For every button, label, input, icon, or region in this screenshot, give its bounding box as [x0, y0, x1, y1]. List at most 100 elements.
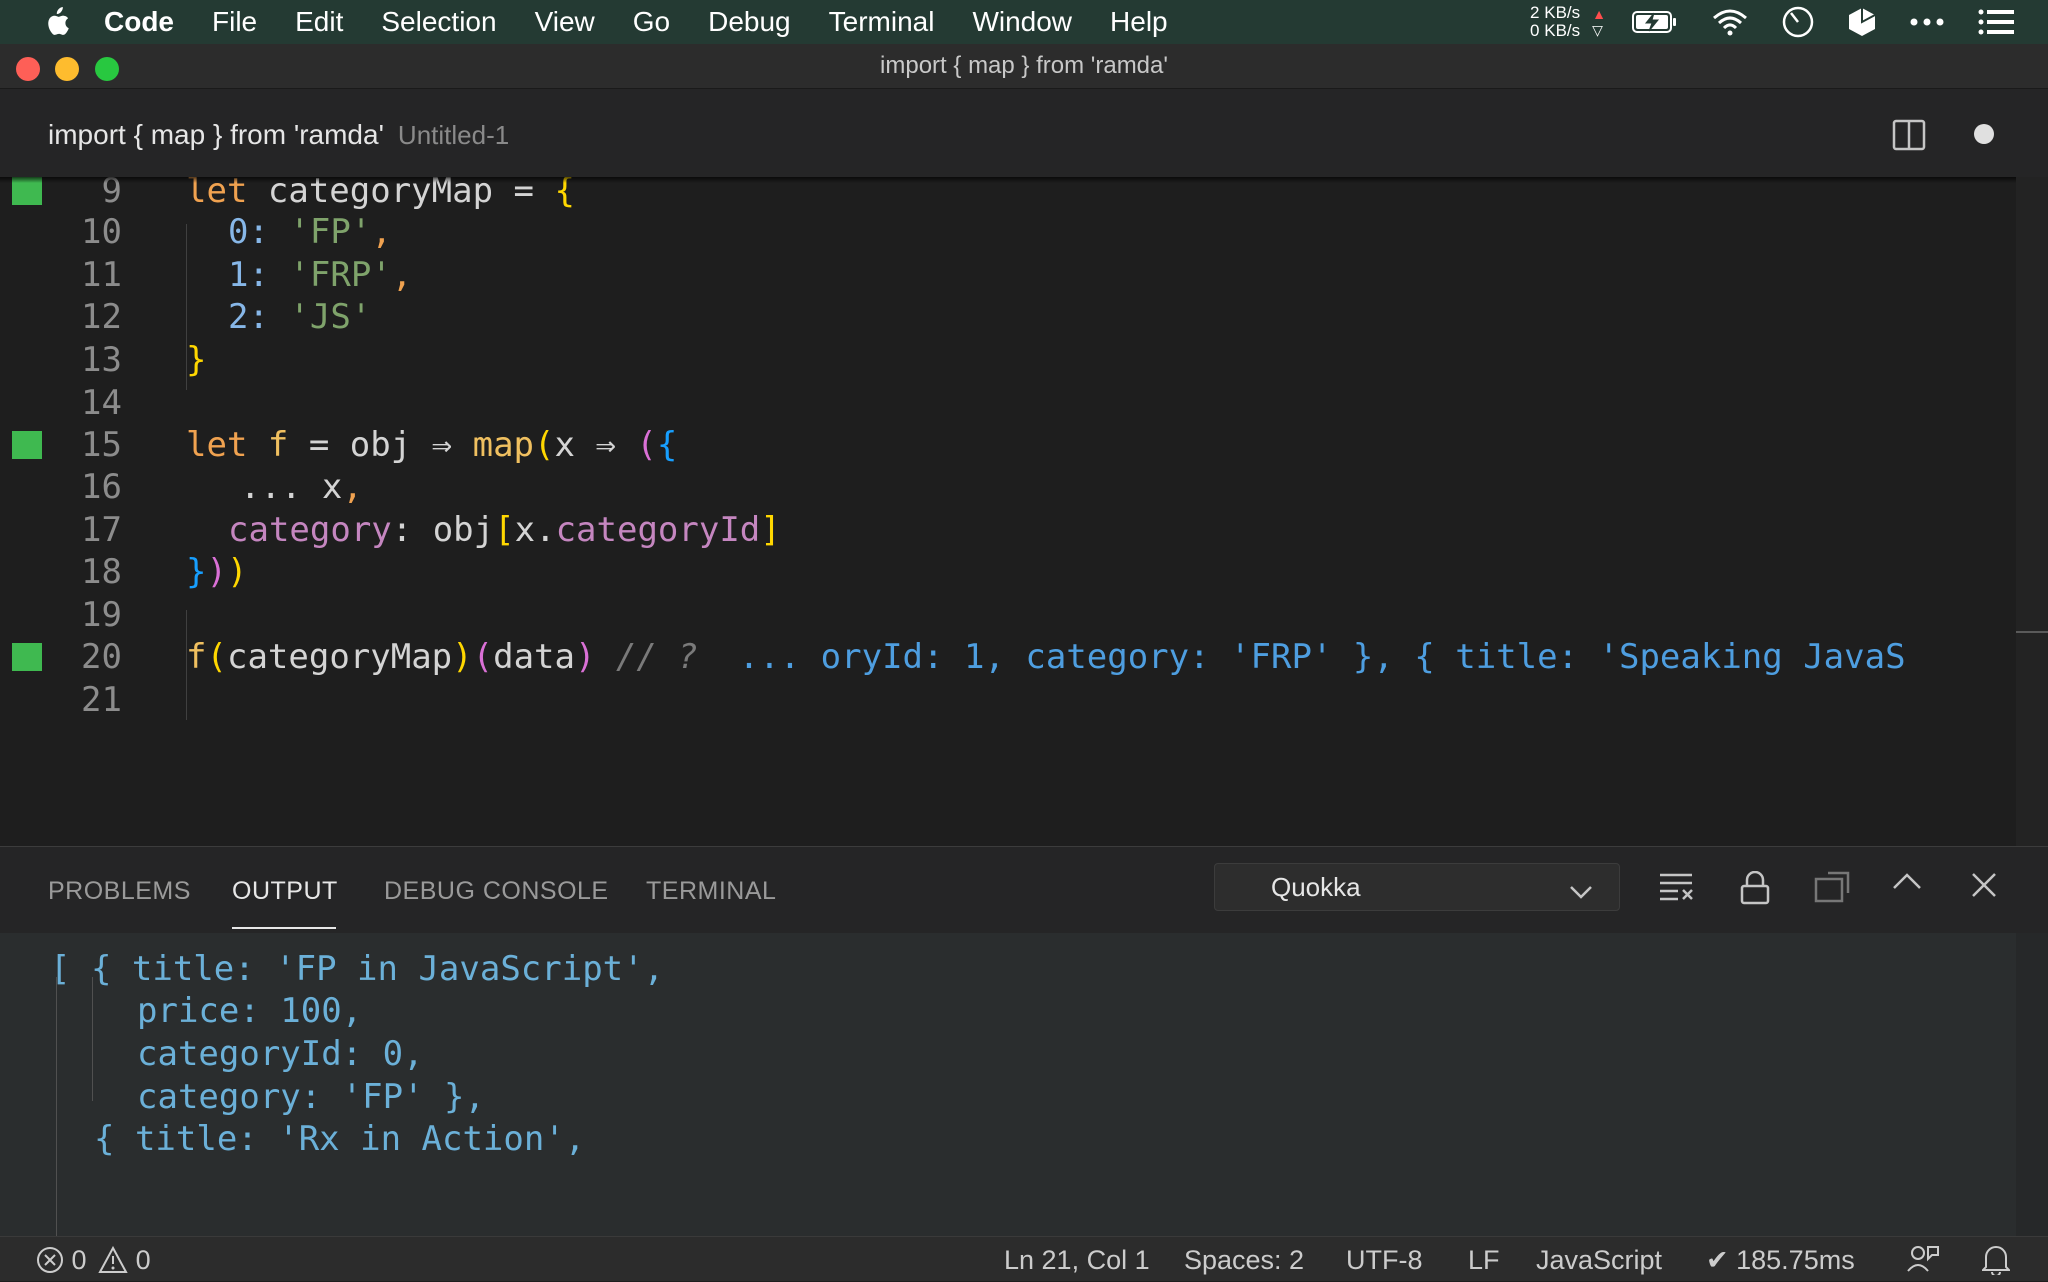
line-number: 15: [81, 425, 122, 465]
output-view[interactable]: [ { title: 'FP in JavaScript', price: 10…: [0, 933, 2016, 1237]
tab-output[interactable]: OUTPUT: [232, 877, 338, 906]
token-property: categoryId: [555, 510, 761, 550]
token-key: 2:: [228, 297, 290, 337]
tab-description: Untitled-1: [397, 120, 510, 150]
menu-selection[interactable]: Selection: [381, 6, 496, 38]
maximize-panel-icon[interactable]: [1892, 871, 1922, 896]
tab-title: import { map } from 'ramda': [48, 119, 384, 150]
window-title: import { map } from 'ramda': [880, 52, 1168, 79]
token-bracket: [: [494, 510, 515, 550]
token-brace: }: [186, 340, 207, 380]
open-log-file-icon[interactable]: [1814, 871, 1850, 908]
code-line: 21: [0, 674, 2048, 729]
close-panel-icon[interactable]: [1970, 871, 1998, 904]
line-number: 17: [81, 510, 122, 550]
battery-charging-icon[interactable]: [1632, 10, 1678, 34]
net-up-speed: 2 KB/s: [1530, 3, 1581, 22]
output-line: category: 'FP' },: [137, 1077, 485, 1117]
editor-vertical-scrollbar[interactable]: [2016, 177, 2048, 846]
token-key: 1:: [228, 255, 290, 295]
eol-status[interactable]: LF: [1468, 1245, 1500, 1276]
output-line: { title: 'Rx in Action',: [94, 1119, 586, 1159]
token-spread: ... x: [240, 467, 343, 507]
error-count: 0: [71, 1245, 87, 1275]
quokka-inline-result: ... oryId: 1, category: 'FRP' }, { title…: [738, 637, 1906, 677]
clear-output-icon[interactable]: [1658, 871, 1694, 906]
menu-app-name[interactable]: Code: [104, 6, 174, 38]
encoding-status[interactable]: UTF-8: [1346, 1245, 1423, 1276]
menu-terminal[interactable]: Terminal: [829, 6, 935, 38]
tab-debug-console[interactable]: DEBUG CONSOLE: [384, 877, 609, 906]
title-bar: import { map } from 'ramda': [0, 44, 2048, 89]
tab-problems[interactable]: PROBLEMS: [48, 877, 191, 906]
token-paren: ): [452, 637, 473, 677]
menu-file[interactable]: File: [212, 6, 257, 38]
notification-list-icon[interactable]: [1978, 9, 2014, 35]
token-identifier: data: [493, 637, 575, 677]
active-tab-indicator: [232, 927, 336, 929]
menu-edit[interactable]: Edit: [295, 6, 343, 38]
network-speed[interactable]: 2 KB/s 0 KB/s: [1530, 4, 1580, 40]
menu-window[interactable]: Window: [972, 6, 1072, 38]
editor-tab[interactable]: import { map } from 'ramda' Untitled-1: [48, 119, 509, 151]
output-line: [ { title: 'FP in JavaScript',: [50, 949, 665, 989]
menu-go[interactable]: Go: [633, 6, 670, 38]
token-string: 'FP': [289, 212, 372, 252]
line-number: 13: [81, 340, 122, 380]
quokka-timing[interactable]: ✔ 185.75ms: [1706, 1245, 1855, 1276]
line-number: 21: [81, 680, 122, 720]
token-identifier: : obj: [391, 510, 495, 550]
line-number: 16: [81, 467, 122, 507]
macos-menubar: Code File Edit Selection View Go Debug T…: [0, 0, 2048, 44]
line-number: 20: [81, 637, 122, 677]
editor-scroll-shadow: [0, 177, 2048, 183]
menu-debug[interactable]: Debug: [708, 6, 791, 38]
token-function-name: f: [247, 425, 289, 465]
token-comma: ,: [391, 255, 413, 295]
chevron-down-icon: [1569, 876, 1593, 907]
token-brace: {: [656, 425, 678, 465]
output-channel-select[interactable]: Quokka: [1214, 863, 1620, 911]
language-mode[interactable]: JavaScript: [1536, 1245, 1662, 1276]
warning-icon: [98, 1245, 128, 1273]
net-down-speed: 0 KB/s: [1530, 21, 1581, 40]
token-string: 'JS': [289, 297, 372, 337]
box-icon[interactable]: [1848, 7, 1876, 37]
token-string: 'FRP': [289, 255, 392, 295]
code-editor[interactable]: 9 let categoryMap = { 10 0: 'FP', 11 1: …: [0, 177, 2048, 846]
lock-scroll-icon[interactable]: [1740, 870, 1770, 910]
clock-icon[interactable]: [1782, 6, 1814, 38]
menu-help[interactable]: Help: [1110, 6, 1168, 38]
cursor-position[interactable]: Ln 21, Col 1: [1004, 1245, 1150, 1276]
apple-icon[interactable]: [42, 6, 70, 38]
token-key: 0:: [228, 212, 290, 252]
menu-view[interactable]: View: [535, 6, 595, 38]
output-vertical-scrollbar[interactable]: [2016, 933, 2048, 1237]
unsaved-changes-dot-icon[interactable]: [1974, 124, 1994, 144]
token-paren: (: [206, 637, 227, 677]
indent-guide: [56, 977, 57, 1237]
line-number: 11: [81, 255, 122, 295]
output-line: categoryId: 0,: [137, 1034, 424, 1074]
more-icon[interactable]: [1910, 18, 1944, 26]
split-editor-icon[interactable]: [1892, 119, 1926, 156]
bottom-panel: PROBLEMS OUTPUT DEBUG CONSOLE TERMINAL Q…: [0, 846, 2048, 1249]
line-number: 18: [81, 552, 122, 592]
token-property: category: [228, 510, 392, 550]
editor-tab-bar: import { map } from 'ramda' Untitled-1: [0, 89, 2048, 177]
notifications-bell-icon[interactable]: [1980, 1243, 2012, 1282]
tab-terminal[interactable]: TERMINAL: [646, 877, 776, 906]
problems-status[interactable]: 0 0: [36, 1245, 151, 1276]
error-icon: [37, 1247, 63, 1273]
token-identifier: categoryMap: [226, 637, 453, 677]
line-number: 10: [81, 212, 122, 252]
status-bar: 0 0 Ln 21, Col 1 Spaces: 2 UTF-8 LF Java…: [0, 1236, 2048, 1281]
wifi-icon[interactable]: [1712, 8, 1748, 36]
feedback-icon[interactable]: [1906, 1243, 1940, 1282]
token-paren: (: [472, 637, 494, 677]
line-number: 12: [81, 297, 122, 337]
token-comma: ,: [342, 467, 363, 507]
token-paren: ): [206, 552, 227, 592]
indentation-status[interactable]: Spaces: 2: [1184, 1245, 1304, 1276]
token-function-call: f: [186, 637, 207, 677]
